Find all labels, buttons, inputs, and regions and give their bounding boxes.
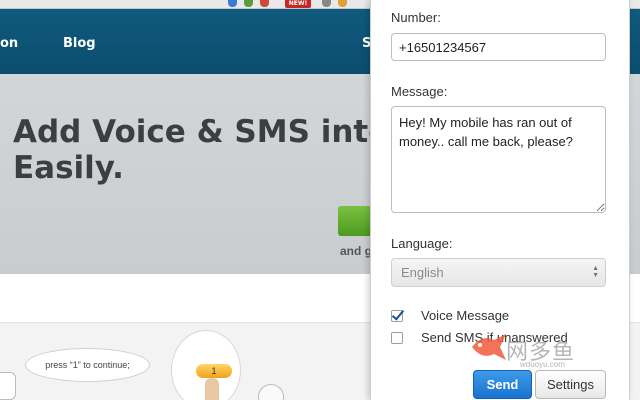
extension-icon[interactable]	[244, 0, 253, 7]
settings-button[interactable]: Settings	[535, 370, 606, 399]
language-label: Language:	[391, 236, 453, 251]
extension-icon[interactable]	[228, 0, 237, 7]
hero-heading: Add Voice & SMS into y Easily.	[13, 114, 421, 186]
extension-icon[interactable]	[338, 0, 347, 7]
number-label: Number:	[391, 10, 441, 25]
watermark-domain: wduoyu.com	[520, 360, 565, 369]
language-selected: English	[401, 265, 444, 280]
voice-message-checkbox[interactable]	[391, 310, 403, 322]
send-sms-checkbox[interactable]	[391, 332, 403, 344]
hero-subtext: and g	[340, 244, 372, 258]
fish-logo-icon	[472, 334, 506, 360]
new-badge: NEW!	[285, 0, 311, 8]
message-label: Message:	[391, 84, 448, 99]
message-textarea[interactable]: Hey! My mobile has ran out of money.. ca…	[391, 106, 606, 213]
illustration-box	[0, 372, 16, 400]
language-select[interactable]: English ▲ ▼	[391, 258, 606, 287]
watermark: 网多鱼 wduoyu.com	[470, 332, 610, 372]
nav-link-blog[interactable]: Blog	[63, 36, 96, 51]
keypad-key: 1	[196, 364, 232, 378]
voice-message-label: Voice Message	[421, 308, 510, 323]
send-button[interactable]: Send	[473, 370, 532, 399]
nav-link[interactable]: on	[0, 36, 18, 51]
speech-bubble: press “1” to continue;	[25, 348, 150, 382]
finger-illustration	[205, 378, 219, 400]
extension-icon[interactable]	[322, 0, 331, 7]
number-input[interactable]	[391, 33, 606, 61]
select-arrows-icon: ▲ ▼	[592, 265, 599, 279]
extension-icon[interactable]	[260, 0, 269, 7]
